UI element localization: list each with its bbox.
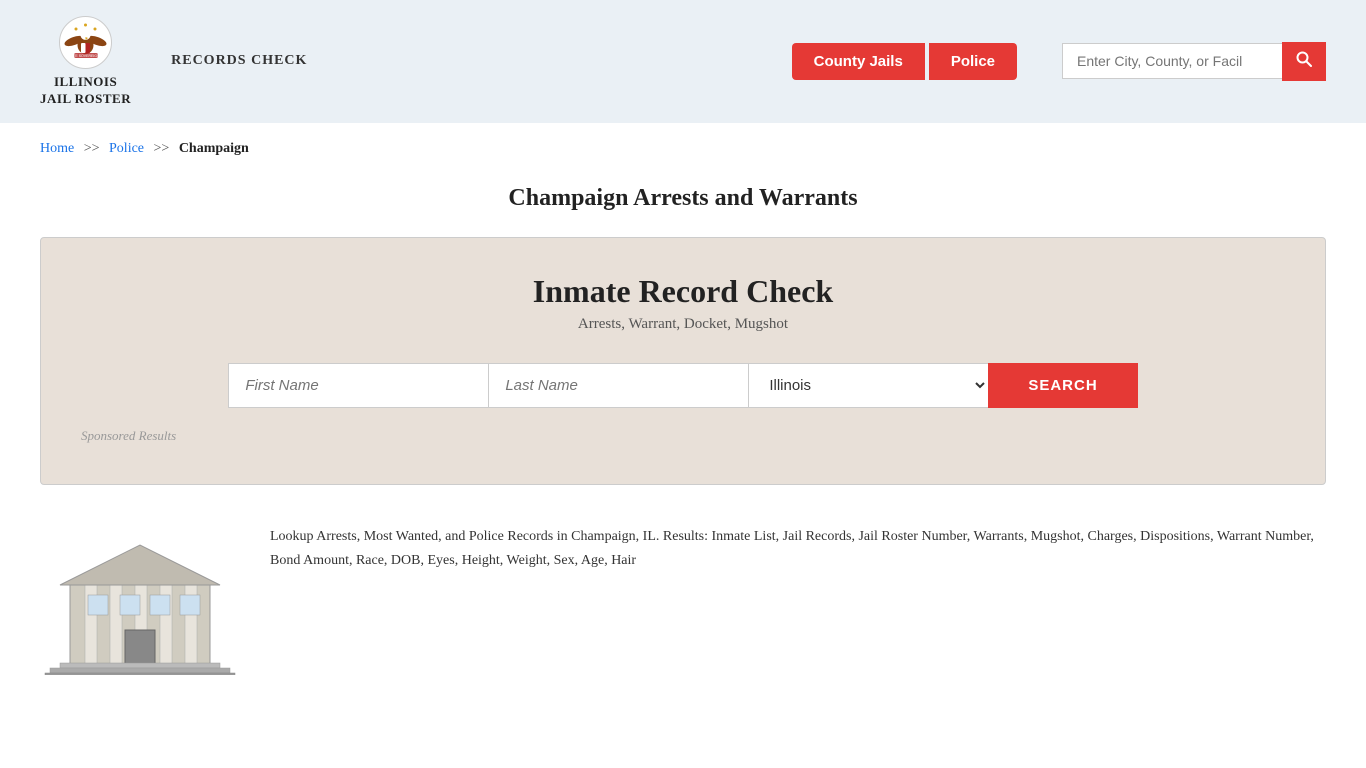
header: STATE SOVEREIGNTY ILLINOIS JAIL ROSTER R… <box>0 0 1366 123</box>
first-name-input[interactable] <box>228 363 488 408</box>
breadcrumb-home[interactable]: Home <box>40 141 74 156</box>
record-search-button[interactable]: SEARCH <box>988 363 1137 408</box>
main-nav: County Jails Police <box>792 43 1017 80</box>
bottom-section: Lookup Arrests, Most Wanted, and Police … <box>0 485 1366 710</box>
records-check-label: RECORDS CHECK <box>171 53 307 69</box>
logo-link[interactable]: STATE SOVEREIGNTY ILLINOIS JAIL ROSTER <box>40 15 131 108</box>
building-icon <box>40 515 240 675</box>
last-name-input[interactable] <box>488 363 748 408</box>
page-title-area: Champaign Arrests and Warrants <box>0 175 1366 237</box>
header-search-input[interactable] <box>1062 43 1282 79</box>
police-button[interactable]: Police <box>929 43 1017 80</box>
page-title: Champaign Arrests and Warrants <box>40 185 1326 212</box>
illinois-seal-icon: STATE SOVEREIGNTY <box>58 15 113 70</box>
breadcrumb: Home >> Police >> Champaign <box>0 123 1366 175</box>
building-description: Lookup Arrests, Most Wanted, and Police … <box>270 515 1326 573</box>
search-icon <box>1296 51 1312 67</box>
breadcrumb-sep1: >> <box>84 141 100 156</box>
svg-text:STATE SOVEREIGNTY: STATE SOVEREIGNTY <box>67 54 105 58</box>
record-check-title: Inmate Record Check <box>81 273 1285 310</box>
record-check-subtitle: Arrests, Warrant, Docket, Mugshot <box>81 316 1285 333</box>
header-search-button[interactable] <box>1282 42 1326 81</box>
state-select[interactable]: AlabamaAlaskaArizonaArkansasCaliforniaCo… <box>748 363 988 408</box>
building-illustration <box>40 515 240 680</box>
breadcrumb-current: Champaign <box>179 141 249 156</box>
breadcrumb-sep2: >> <box>154 141 170 156</box>
header-search <box>1062 42 1326 81</box>
breadcrumb-police[interactable]: Police <box>109 141 144 156</box>
record-check-box: Inmate Record Check Arrests, Warrant, Do… <box>40 237 1326 485</box>
county-jails-button[interactable]: County Jails <box>792 43 925 80</box>
logo-text: ILLINOIS JAIL ROSTER <box>40 74 131 108</box>
sponsored-label: Sponsored Results <box>81 428 1285 444</box>
record-search-row: AlabamaAlaskaArizonaArkansasCaliforniaCo… <box>81 363 1285 408</box>
